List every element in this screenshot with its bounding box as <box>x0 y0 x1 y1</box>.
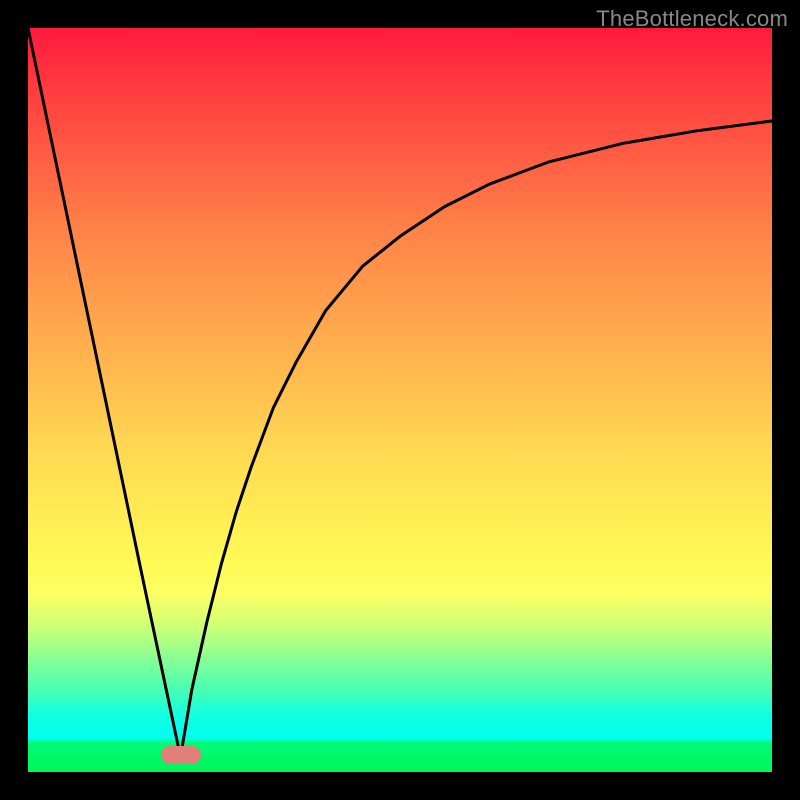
optimal-marker <box>161 746 201 764</box>
watermark-text: TheBottleneck.com <box>596 6 788 32</box>
plot-area <box>28 28 772 772</box>
chart-container: TheBottleneck.com <box>0 0 800 800</box>
bottleneck-curve <box>28 28 772 757</box>
curve-layer <box>28 28 772 772</box>
